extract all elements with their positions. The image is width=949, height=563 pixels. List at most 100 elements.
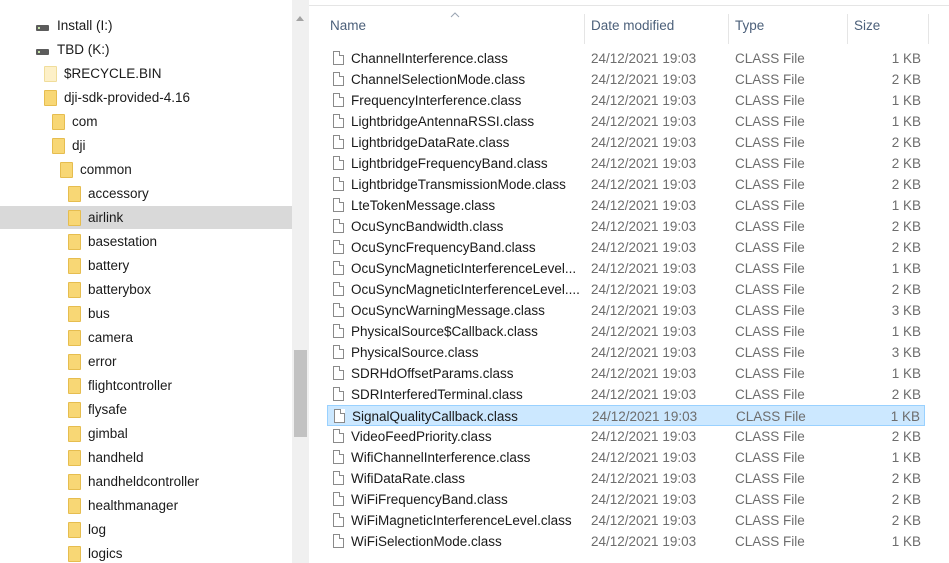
- nav-scrollbar[interactable]: [292, 0, 309, 563]
- file-name: PhysicalSource$Callback.class: [351, 324, 538, 339]
- nav-item[interactable]: battery: [0, 254, 292, 277]
- column-header-name[interactable]: Name: [324, 6, 584, 44]
- file-row[interactable]: LightbridgeDataRate.class 24/12/2021 19:0…: [327, 132, 925, 153]
- file-row[interactable]: OcuSyncWarningMessage.class 24/12/2021 19…: [327, 300, 925, 321]
- column-header-size[interactable]: Size: [848, 6, 928, 44]
- nav-item[interactable]: logics: [0, 542, 292, 563]
- file-row[interactable]: SDRHdOffsetParams.class 24/12/2021 19:03 C…: [327, 363, 925, 384]
- nav-item[interactable]: bus: [0, 302, 292, 325]
- file-row[interactable]: OcuSyncFrequencyBand.class 24/12/2021 19:…: [327, 237, 925, 258]
- nav-item[interactable]: dji-sdk-provided-4.16: [0, 86, 292, 109]
- file-date-modified: 24/12/2021 19:03: [591, 72, 697, 87]
- file-row[interactable]: LightbridgeFrequencyBand.class 24/12/2021…: [327, 153, 925, 174]
- scrollbar-thumb[interactable]: [294, 350, 307, 437]
- file-row[interactable]: PhysicalSource$Callback.class 24/12/2021 …: [327, 321, 925, 342]
- file-row[interactable]: FrequencyInterference.class 24/12/2021 19…: [327, 90, 925, 111]
- file-row[interactable]: SignalQualityCallback.class 24/12/2021 19…: [327, 405, 925, 426]
- file-type: CLASS File: [735, 387, 805, 402]
- file-type: CLASS File: [735, 72, 805, 87]
- nav-item[interactable]: gimbal: [0, 422, 292, 445]
- column-header-date-modified[interactable]: Date modified: [585, 6, 728, 44]
- nav-item[interactable]: handheldcontroller: [0, 470, 292, 493]
- file-date-modified: 24/12/2021 19:03: [591, 345, 697, 360]
- column-divider[interactable]: [928, 14, 929, 44]
- file-row[interactable]: LightbridgeTransmissionMode.class 24/12/2…: [327, 174, 925, 195]
- file-row[interactable]: LteTokenMessage.class 24/12/2021 19:03 CLA…: [327, 195, 925, 216]
- file-row[interactable]: WiFiFrequencyBand.class 24/12/2021 19:03 C…: [327, 489, 925, 510]
- file-row[interactable]: OcuSyncMagneticInterferenceLevel.... 24/1…: [327, 279, 925, 300]
- file-date-modified: 24/12/2021 19:03: [591, 366, 697, 381]
- nav-item[interactable]: airlink: [0, 206, 292, 229]
- file-row[interactable]: WiFiMagneticInterferenceLevel.class 24/12…: [327, 510, 925, 531]
- nav-item[interactable]: flysafe: [0, 398, 292, 421]
- file-size: 1 KB: [891, 366, 921, 381]
- nav-item[interactable]: flightcontroller: [0, 374, 292, 397]
- nav-item-label: gimbal: [88, 426, 128, 441]
- file-name: PhysicalSource.class: [351, 345, 479, 360]
- file-row[interactable]: VideoFeedPriority.class 24/12/2021 19:03 C…: [327, 426, 925, 447]
- file-row[interactable]: WifiDataRate.class 24/12/2021 19:03 CLASS …: [327, 468, 925, 489]
- file-row[interactable]: PhysicalSource.class 24/12/2021 19:03 CLAS…: [327, 342, 925, 363]
- file-size: 1 KB: [891, 93, 921, 108]
- nav-item-label: dji: [72, 138, 86, 153]
- file-row[interactable]: OcuSyncBandwidth.class 24/12/2021 19:03 CL…: [327, 216, 925, 237]
- file-size: 1 KB: [891, 114, 921, 129]
- file-icon: [333, 282, 344, 296]
- file-size: 2 KB: [891, 219, 921, 234]
- file-date-modified: 24/12/2021 19:03: [591, 324, 697, 339]
- file-icon: [333, 198, 344, 212]
- file-date-modified: 24/12/2021 19:03: [591, 513, 697, 528]
- nav-item[interactable]: dji: [0, 134, 292, 157]
- file-row[interactable]: SDRInterferedTerminal.class 24/12/2021 19…: [327, 384, 925, 405]
- nav-item-label: flysafe: [88, 402, 128, 417]
- file-icon: [333, 156, 344, 170]
- file-size: 3 KB: [891, 303, 921, 318]
- nav-item[interactable]: handheld: [0, 446, 292, 469]
- file-name: ChannelInterference.class: [351, 51, 508, 66]
- nav-item-label: bus: [88, 306, 110, 321]
- file-name: WifiChannelInterference.class: [351, 450, 531, 465]
- file-date-modified: 24/12/2021 19:03: [591, 429, 697, 444]
- nav-item[interactable]: common: [0, 158, 292, 181]
- folder-icon: [68, 521, 81, 538]
- nav-item[interactable]: Install (I:): [0, 14, 292, 37]
- nav-item[interactable]: basestation: [0, 230, 292, 253]
- nav-item[interactable]: error: [0, 350, 292, 373]
- folder-icon: [68, 185, 81, 202]
- nav-item-label: common: [80, 162, 132, 177]
- file-type: CLASS File: [735, 240, 805, 255]
- nav-item-label: batterybox: [88, 282, 152, 297]
- column-header-type[interactable]: Type: [729, 6, 847, 44]
- folder-icon: [44, 89, 57, 106]
- file-size: 2 KB: [891, 492, 921, 507]
- file-type: CLASS File: [735, 51, 805, 66]
- nav-item[interactable]: batterybox: [0, 278, 292, 301]
- file-row[interactable]: OcuSyncMagneticInterferenceLevel... 24/12…: [327, 258, 925, 279]
- folder-icon: [68, 233, 81, 250]
- file-row[interactable]: ChannelSelectionMode.class 24/12/2021 19:…: [327, 69, 925, 90]
- file-row[interactable]: LightbridgeAntennaRSSI.class 24/12/2021 1…: [327, 111, 925, 132]
- file-icon: [333, 219, 344, 233]
- nav-item[interactable]: TBD (K:): [0, 38, 292, 61]
- file-type: CLASS File: [736, 409, 806, 424]
- file-icon: [333, 240, 344, 254]
- nav-item[interactable]: $RECYCLE.BIN: [0, 62, 292, 85]
- file-date-modified: 24/12/2021 19:03: [591, 135, 697, 150]
- file-type: CLASS File: [735, 513, 805, 528]
- nav-item[interactable]: accessory: [0, 182, 292, 205]
- file-date-modified: 24/12/2021 19:03: [591, 240, 697, 255]
- file-row[interactable]: WiFiSelectionMode.class 24/12/2021 19:03 C…: [327, 531, 925, 552]
- scroll-up-arrow-icon[interactable]: [296, 16, 304, 21]
- file-size: 1 KB: [891, 51, 921, 66]
- file-icon: [333, 114, 344, 128]
- file-row[interactable]: ChannelInterference.class 24/12/2021 19:0…: [327, 48, 925, 69]
- nav-item[interactable]: log: [0, 518, 292, 541]
- file-name: ChannelSelectionMode.class: [351, 72, 526, 87]
- file-list-pane: Name Date modified Type Size ChannelInte…: [309, 0, 949, 563]
- nav-item[interactable]: camera: [0, 326, 292, 349]
- file-name: SDRInterferedTerminal.class: [351, 387, 523, 402]
- nav-item[interactable]: com: [0, 110, 292, 133]
- nav-item[interactable]: healthmanager: [0, 494, 292, 517]
- file-row[interactable]: WifiChannelInterference.class 24/12/2021 …: [327, 447, 925, 468]
- file-name: WifiDataRate.class: [351, 471, 466, 486]
